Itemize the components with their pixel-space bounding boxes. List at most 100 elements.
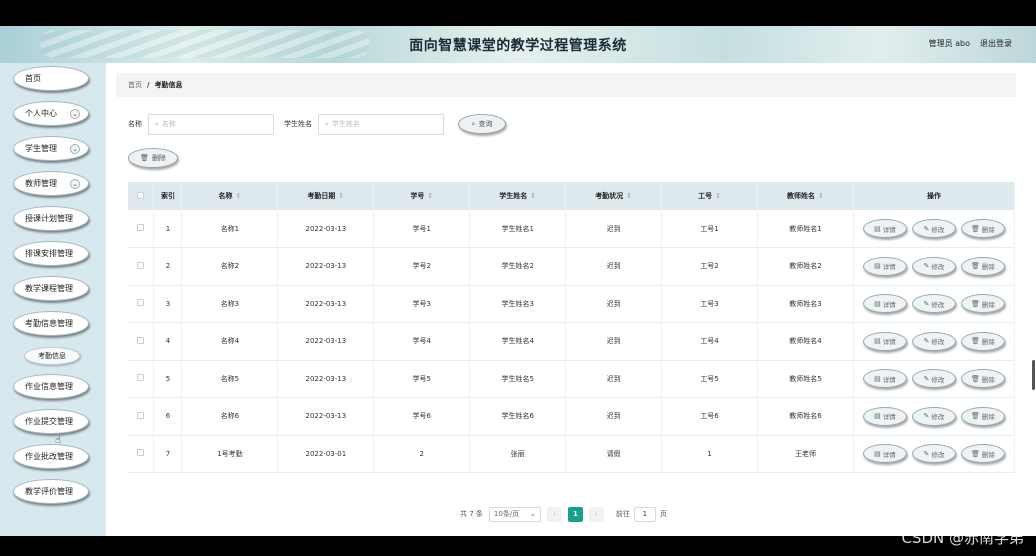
cell-date: 2022-03-01 <box>277 435 375 473</box>
pagination: 共 7 条 10条/页 ⌄ ‹ 1 › 前往 1 页 <box>460 506 667 522</box>
row-actions-cell: ▤ 详情 ✎ 修改 🗑 删除 <box>853 322 1016 361</box>
row-checkbox[interactable] <box>137 374 145 382</box>
detail-button[interactable]: ▤ 详情 <box>862 256 907 276</box>
edit-button[interactable]: ✎ 修改 <box>911 444 956 464</box>
row-checkbox[interactable] <box>137 299 145 307</box>
cell-sno: 学号1 <box>373 210 471 248</box>
delete-button[interactable]: 🗑 删除 <box>960 256 1005 276</box>
sidebar-item-teaching-evaluation[interactable]: 教学评价管理 <box>13 479 89 504</box>
cell-student: 学生姓名5 <box>469 360 567 398</box>
sidebar-item-teaching-plan[interactable]: 授课计划管理 <box>13 206 89 231</box>
cell-status: 迟到 <box>565 322 663 361</box>
row-checkbox[interactable] <box>137 261 145 269</box>
sidebar-item-course-management[interactable]: 教学课程管理 <box>13 276 89 301</box>
query-button-label: 查询 <box>478 120 493 128</box>
edit-button[interactable]: ✎ 修改 <box>911 294 956 314</box>
sidebar-item-class-schedule[interactable]: 排课安排管理 <box>13 241 89 266</box>
prev-page-button[interactable]: ‹ <box>546 506 562 522</box>
detail-button[interactable]: ▤ 详情 <box>862 444 907 464</box>
detail-button[interactable]: ▤ 详情 <box>862 406 907 426</box>
sidebar-item-attendance-management[interactable]: 考勤信息管理 <box>13 311 89 336</box>
cell-tno: 工号2 <box>661 247 759 286</box>
mouse-cursor-icon: ☝ <box>55 435 62 446</box>
name-search-input[interactable]: ⌕ 名称 <box>148 113 274 135</box>
sort-icon: ⇕ <box>818 192 824 200</box>
row-checkbox[interactable] <box>137 336 145 344</box>
detail-button[interactable]: ▤ 详情 <box>862 369 907 389</box>
document-icon: ▤ <box>874 374 881 383</box>
sort-icon: ⇕ <box>235 192 242 200</box>
sidebar-item-homework-grading[interactable]: 作业批改管理 <box>13 444 89 469</box>
sidebar-item-label: 作业批改管理 <box>25 452 73 461</box>
document-icon: ▤ <box>874 299 881 308</box>
edit-button[interactable]: ✎ 修改 <box>911 369 956 389</box>
detail-button[interactable]: ▤ 详情 <box>862 219 907 238</box>
sidebar-item-personal-center[interactable]: 个人中心 ⌄ <box>13 101 89 126</box>
edit-button[interactable]: ✎ 修改 <box>911 406 956 426</box>
breadcrumb: 首页 / 考勤信息 <box>116 73 1016 97</box>
logout-link[interactable]: 退出登录 <box>980 38 1012 49</box>
student-name-search-input[interactable]: ⌕ 学生姓名 <box>318 113 444 135</box>
sidebar-item-label: 学生管理 <box>25 144 57 153</box>
page-size-select[interactable]: 10条/页 ⌄ <box>488 506 541 522</box>
chevron-down-icon: ⌄ <box>70 179 80 189</box>
goto-page-input[interactable]: 1 <box>633 506 656 522</box>
pencil-icon: ✎ <box>923 449 930 458</box>
sidebar-item-home[interactable]: 首页 <box>13 66 89 91</box>
batch-delete-button[interactable]: 🗑 删除 <box>128 148 178 168</box>
cell-status: 迟到 <box>565 210 663 248</box>
query-button[interactable]: ⌕ 查询 <box>458 114 506 134</box>
row-actions-cell: ▤ 详情 ✎ 修改 🗑 删除 <box>853 285 1016 323</box>
cell-sno: 学号5 <box>373 360 471 398</box>
detail-button[interactable]: ▤ 详情 <box>862 331 907 351</box>
edit-button[interactable]: ✎ 修改 <box>911 219 956 238</box>
cell-sno: 学号6 <box>373 397 471 436</box>
edit-button[interactable]: ✎ 修改 <box>911 331 956 351</box>
column-header-teacher-name[interactable]: 教师姓名 ⇕ <box>757 182 854 210</box>
sidebar-item-homework-info[interactable]: 作业信息管理 <box>13 374 89 399</box>
row-checkbox[interactable] <box>137 449 145 457</box>
cell-student: 学生姓名1 <box>469 210 567 248</box>
cell-teacher: 教师姓名2 <box>757 247 854 286</box>
delete-button[interactable]: 🗑 删除 <box>960 444 1005 464</box>
page-scrollbar[interactable] <box>1032 360 1035 390</box>
delete-button[interactable]: 🗑 删除 <box>960 406 1005 426</box>
sidebar-item-student-management[interactable]: 学生管理 ⌄ <box>13 136 89 161</box>
column-header-date[interactable]: 考勤日期 ⇕ <box>277 182 375 210</box>
delete-button[interactable]: 🗑 删除 <box>960 369 1005 389</box>
row-checkbox[interactable] <box>137 224 145 231</box>
select-all-checkbox[interactable] <box>137 191 145 199</box>
sidebar-item-label: 作业提交管理 <box>25 417 73 426</box>
cell-name: 名称6 <box>181 397 279 436</box>
sidebar-item-homework-submission[interactable]: 作业提交管理 <box>13 409 89 434</box>
delete-button[interactable]: 🗑 删除 <box>960 219 1005 238</box>
breadcrumb-home[interactable]: 首页 <box>128 80 142 90</box>
page-size-value: 10条/页 <box>493 510 520 518</box>
detail-button[interactable]: ▤ 详情 <box>862 294 907 314</box>
edit-button[interactable]: ✎ 修改 <box>911 256 956 276</box>
cell-name: 名称1 <box>181 210 279 248</box>
cell-date: 2022-03-13 <box>277 397 375 436</box>
app-screen: 面向智慧课堂的教学过程管理系统 管理员 abo 退出登录 首页 个人中心 ⌄ 学生… <box>0 26 1036 536</box>
column-header-teacher-no[interactable]: 工号 ⇕ <box>661 182 759 210</box>
cell-sno: 学号4 <box>373 322 471 361</box>
student-name-placeholder: 学生姓名 <box>331 120 360 128</box>
column-header-status[interactable]: 考勤状况 ⇕ <box>565 182 663 210</box>
sidebar-subitem-attendance[interactable]: 考勤信息 <box>24 347 80 365</box>
delete-button[interactable]: 🗑 删除 <box>960 331 1005 351</box>
cell-index: 6 <box>153 397 183 436</box>
delete-button[interactable]: 🗑 删除 <box>960 294 1005 314</box>
sidebar-item-teacher-management[interactable]: 教师管理 ⌄ <box>13 171 89 196</box>
cell-name: 名称4 <box>181 322 279 361</box>
next-page-button[interactable]: › <box>588 506 604 522</box>
select-all-header[interactable] <box>128 182 155 210</box>
app-title: 面向智慧课堂的教学过程管理系统 <box>409 38 627 54</box>
row-checkbox[interactable] <box>137 411 145 419</box>
column-header-student-no[interactable]: 学号 ⇕ <box>373 182 471 210</box>
cell-student: 张丽 <box>469 435 567 473</box>
column-header-name[interactable]: 名称 ⇕ <box>181 182 279 210</box>
search-icon: ⌕ <box>325 119 329 128</box>
column-header-student-name[interactable]: 学生姓名 ⇕ <box>469 182 567 210</box>
row-select-cell <box>128 435 155 473</box>
page-number-current[interactable]: 1 <box>567 506 583 522</box>
